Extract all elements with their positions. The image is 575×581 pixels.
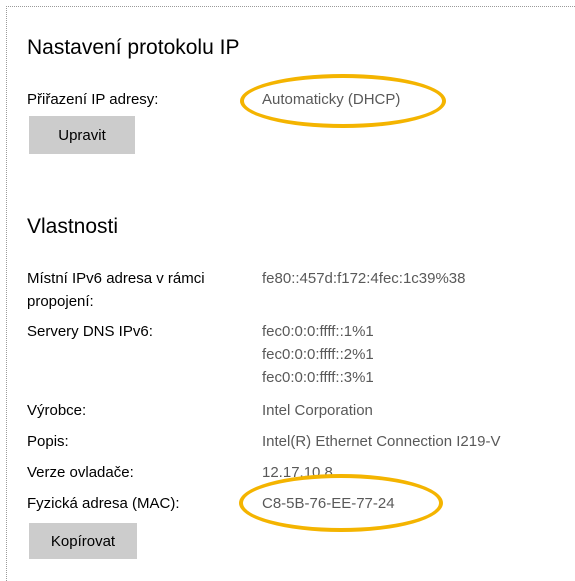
ipv6-label: Místní IPv6 adresa v rámci propojení: [27,270,205,310]
description-value: Intel(R) Ethernet Connection I219-V [262,433,501,450]
manufacturer-label: Výrobce: [27,402,87,419]
dns-label: Servery DNS IPv6: [27,323,153,340]
ip-settings-heading: Nastavení protokolu IP [27,36,240,59]
description-label: Popis: [27,433,69,450]
dns-server-2: fec0:0:0:ffff::2%1 [262,346,374,363]
copy-button[interactable]: Kopírovat [29,523,137,559]
driver-version-label: Verze ovladače: [27,464,134,481]
driver-version-value: 12.17.10.8 [262,464,333,481]
dns-servers-list: fec0:0:0:ffff::1%1 fec0:0:0:ffff::2%1 fe… [262,320,374,389]
properties-heading: Vlastnosti [27,215,119,238]
ipv6-value: fe80::457d:f172:4fec:1c39%38 [262,270,466,287]
edit-button[interactable]: Upravit [29,116,135,154]
mac-address-label: Fyzická adresa (MAC): [27,495,180,512]
manufacturer-value: Intel Corporation [262,402,373,419]
mac-address-value: C8-5B-76-EE-77-24 [262,495,395,512]
dns-server-1: fec0:0:0:ffff::1%1 [262,323,374,340]
ip-assignment-label: Přiřazení IP adresy: [27,91,159,108]
ip-assignment-value: Automaticky (DHCP) [262,91,401,108]
dns-server-3: fec0:0:0:ffff::3%1 [262,369,374,386]
